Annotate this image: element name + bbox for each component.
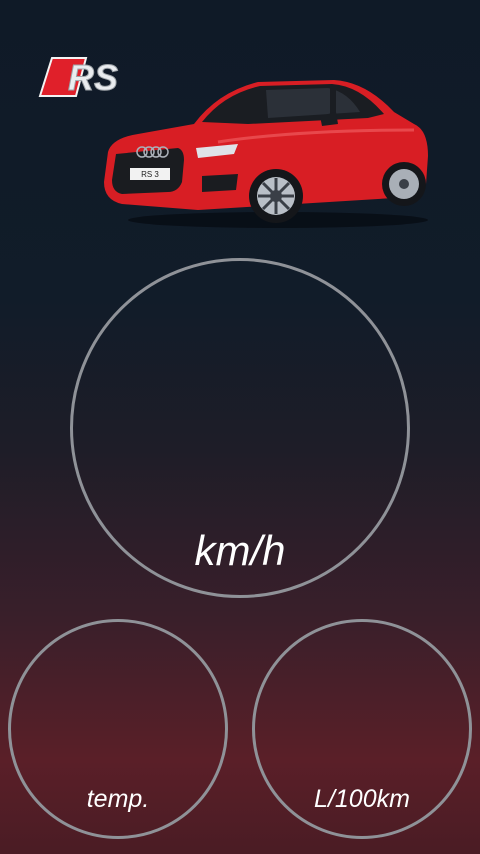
- temperature-unit-label: temp.: [86, 785, 150, 813]
- speed-unit-label: km/h: [194, 527, 286, 574]
- speed-gauge: km/h: [70, 258, 410, 598]
- consumption-unit-label: L/100km: [314, 785, 410, 813]
- temperature-gauge: temp.: [8, 619, 228, 839]
- plate-text: RS 3: [141, 170, 159, 179]
- car-image: RS 3: [98, 72, 432, 232]
- consumption-gauge: L/100km: [252, 619, 472, 839]
